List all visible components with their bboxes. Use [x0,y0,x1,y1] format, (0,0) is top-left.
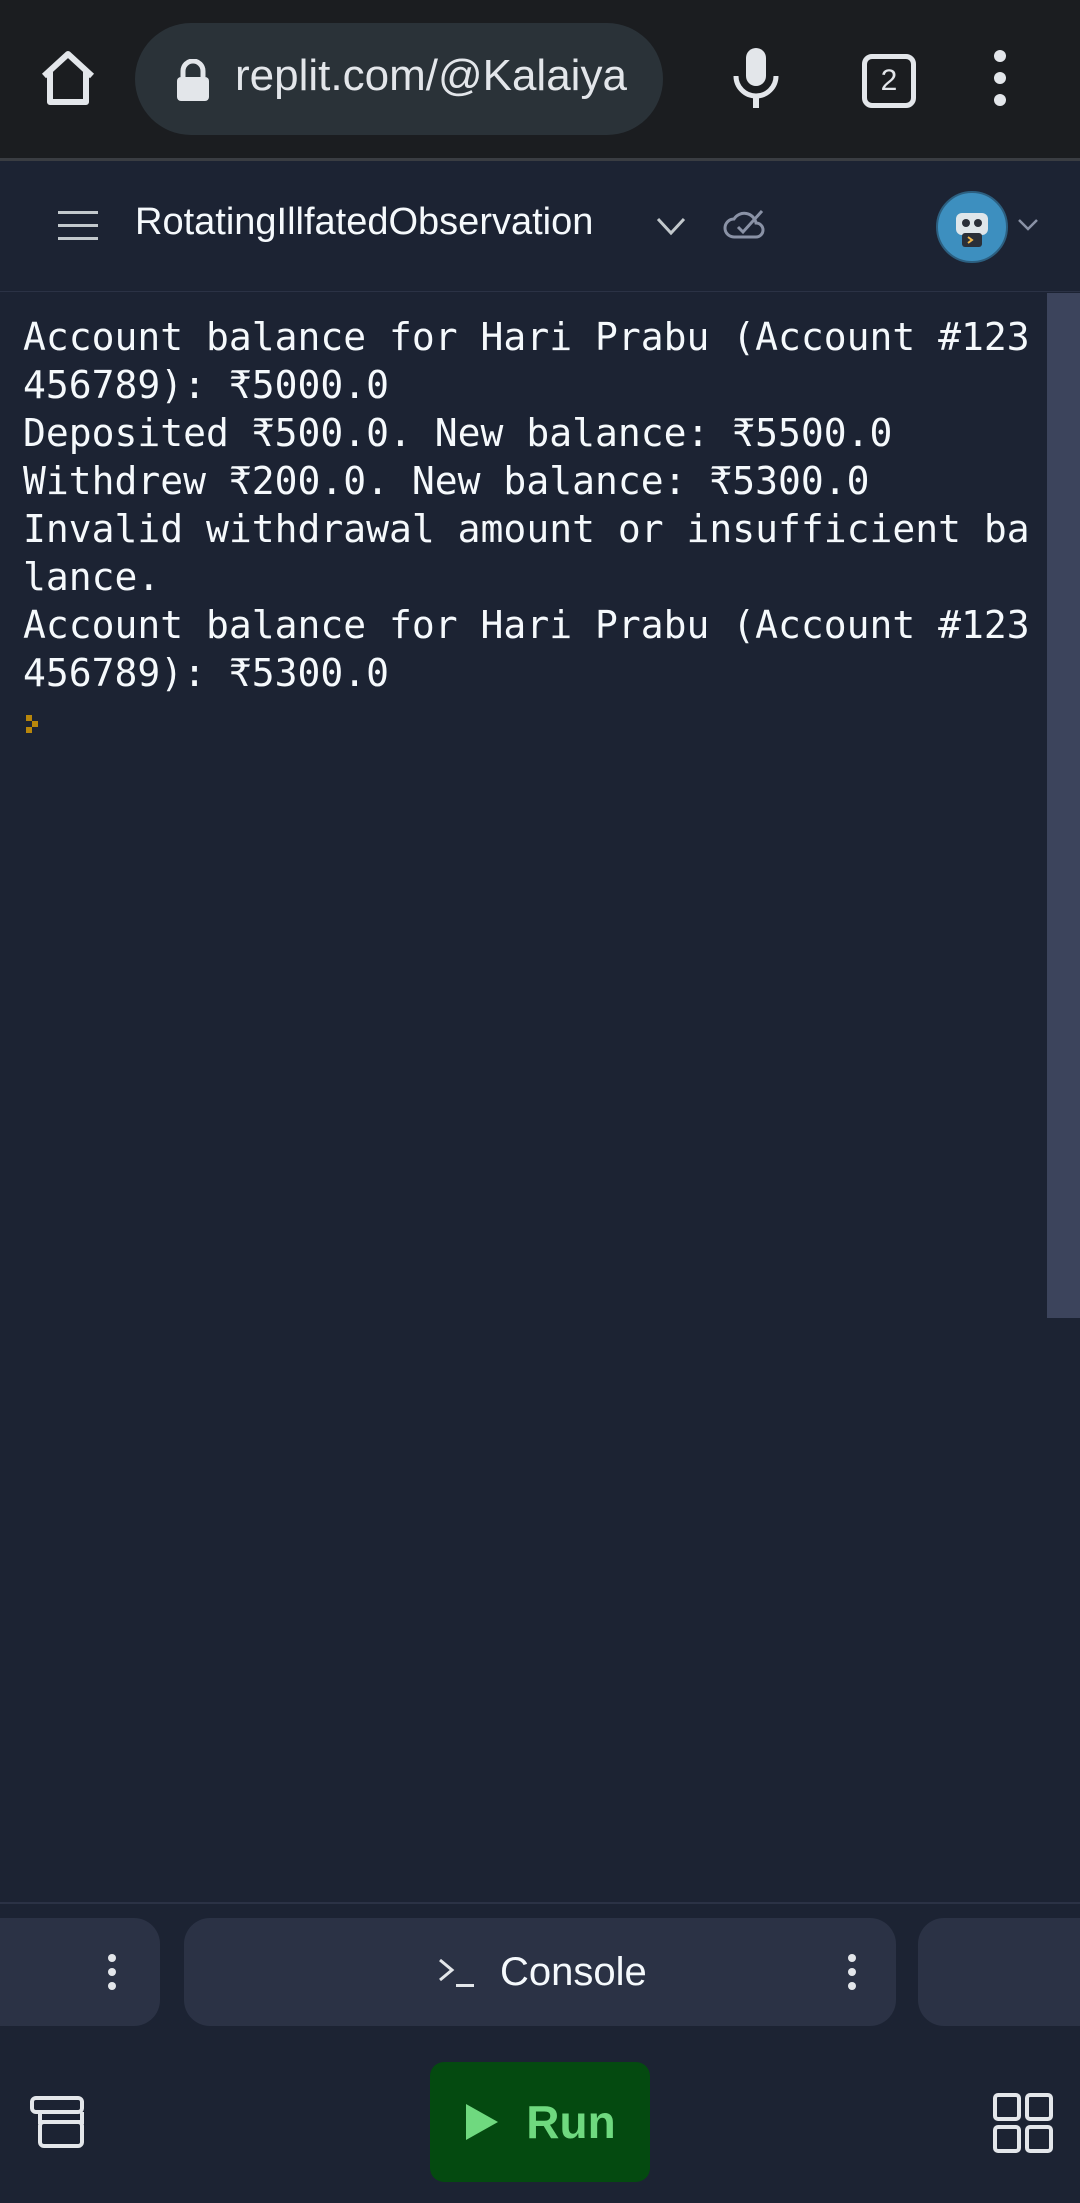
console-line: Account balance for Hari Prabu (Account … [23,603,1030,647]
console-line: Account balance for Hari Prabu (Account … [23,315,1030,359]
tab-next[interactable] [918,1918,1080,2026]
console-text: Account balance for Hari Prabu (Account … [23,313,1038,697]
console-tab-label-group: Console [436,1948,647,1996]
more-vertical-icon[interactable] [985,48,1015,108]
grid-icon[interactable] [992,2092,1054,2154]
run-label: Run [526,2096,616,2148]
console-line: Withdrew ₹200.0. New balance: ₹5300.0 [23,459,870,503]
run-button[interactable]: Run [430,2062,650,2182]
console-line: Deposited ₹500.0. New balance: ₹5500.0 [23,411,893,455]
pane-tab-strip: Console [0,1902,1080,2042]
microphone-icon[interactable] [728,46,784,110]
chevron-down-icon[interactable] [1016,213,1040,235]
play-icon [466,2104,499,2140]
robot-avatar-icon [956,213,988,247]
console-cursor-icon [26,715,38,733]
url-text: replit.com/@Kalaiya [235,51,627,100]
bottom-toolbar: Run [0,2040,1080,2203]
more-vertical-icon[interactable] [847,1952,857,1992]
home-icon[interactable] [36,46,100,110]
tab-label: Console [500,1949,647,1994]
hamburger-menu-icon[interactable] [56,209,100,243]
cloud-check-icon [723,209,765,239]
tabs-counter-icon[interactable]: 2 [858,50,918,110]
browser-toolbar: replit.com/@Kalaiya 2 [0,0,1080,161]
console-line: lance. [23,555,161,599]
workspace-header: RotatingIllfatedObservation [0,161,1080,293]
console-line: 456789): ₹5000.0 [23,363,390,407]
tab-console[interactable]: Console [184,1918,896,2026]
more-vertical-icon[interactable] [107,1952,117,1992]
lock-icon [177,59,209,101]
tab-count: 2 [862,54,916,108]
console-output[interactable]: Account balance for Hari Prabu (Account … [0,292,1048,1902]
layers-icon[interactable] [28,2092,88,2152]
scrollbar-thumb[interactable] [1047,293,1080,1318]
chevron-down-icon[interactable] [654,211,688,241]
console-prompt-icon [439,1958,474,1987]
console-line: Invalid withdrawal amount or insufficien… [23,507,1030,551]
console-line: 456789): ₹5300.0 [23,651,390,695]
address-bar[interactable]: replit.com/@Kalaiya [135,23,663,135]
repl-title[interactable]: RotatingIllfatedObservation [135,201,593,244]
tab-previous[interactable] [0,1918,160,2026]
avatar[interactable] [936,191,1008,263]
